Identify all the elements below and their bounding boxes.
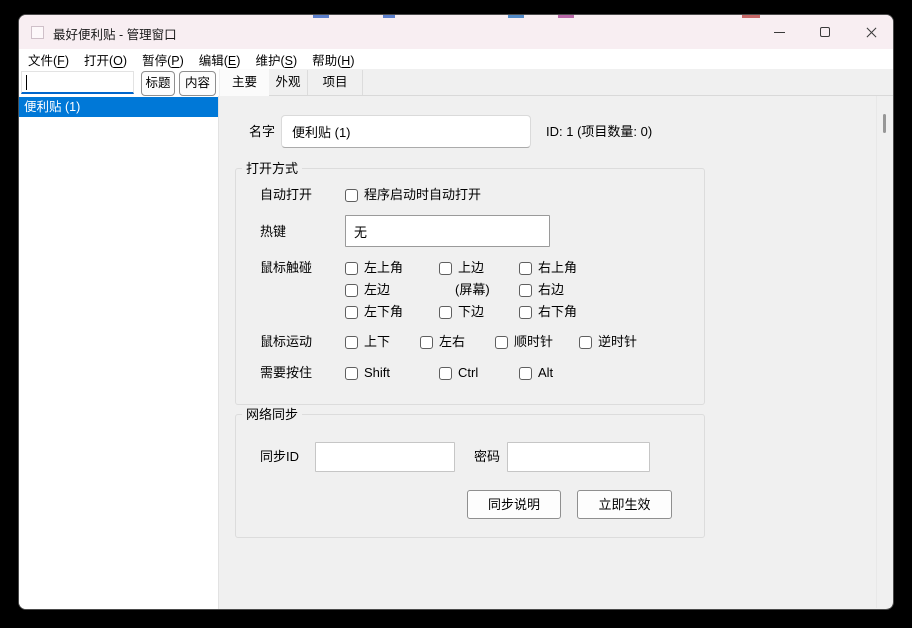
- name-label: 名字: [249, 122, 275, 142]
- checkbox-motion-vertical[interactable]: 上下: [345, 332, 390, 352]
- window-body: 便利贴 (1) 名字 ID: 1 (项目数量: 0) 打开方式 自动打开 程序启…: [19, 96, 893, 609]
- id-info-text: ID: 1 (项目数量: 0): [546, 122, 652, 142]
- notes-list: 便利贴 (1): [19, 96, 219, 609]
- checkbox-touch-top-left[interactable]: 左上角: [345, 258, 403, 278]
- checkbox-hold-shift[interactable]: Shift: [345, 363, 390, 383]
- open-mode-group-title: 打开方式: [242, 160, 302, 177]
- desktop-artifact: [742, 15, 760, 18]
- checkbox-icon: [420, 336, 433, 349]
- desktop-backdrop: 最好便利贴 - 管理窗口 文件(F) 打开(O) 暂停(P) 编辑(E) 维护(…: [0, 0, 912, 628]
- app-window: 最好便利贴 - 管理窗口 文件(F) 打开(O) 暂停(P) 编辑(E) 维护(…: [18, 14, 894, 610]
- checkbox-icon: [345, 189, 358, 202]
- menu-open[interactable]: 打开(O): [82, 50, 129, 69]
- checkbox-touch-bottom[interactable]: 下边: [439, 302, 484, 322]
- checkbox-icon: [519, 262, 532, 275]
- maximize-icon: [820, 27, 830, 37]
- search-input-field[interactable]: [27, 73, 127, 91]
- open-mode-group: 打开方式 自动打开 程序启动时自动打开 热键 鼠标触碰 左上角: [235, 168, 705, 405]
- auto-open-label: 自动打开: [260, 185, 312, 205]
- checkbox-icon: [345, 284, 358, 297]
- filter-content-button[interactable]: 内容: [179, 71, 216, 96]
- checkbox-icon: [345, 367, 358, 380]
- hotkey-input[interactable]: [345, 215, 550, 247]
- checkbox-icon: [519, 306, 532, 319]
- minimize-button[interactable]: [756, 15, 802, 49]
- menu-file[interactable]: 文件(F): [26, 50, 71, 69]
- vertical-scrollbar[interactable]: [876, 96, 892, 608]
- sync-id-input[interactable]: [315, 442, 455, 472]
- hotkey-label: 热键: [260, 222, 286, 242]
- list-item-note[interactable]: 便利贴 (1): [19, 97, 218, 117]
- network-sync-group-title: 网络同步: [242, 406, 302, 423]
- menu-pause[interactable]: 暂停(P): [140, 50, 186, 69]
- checkbox-touch-left[interactable]: 左边: [345, 280, 390, 300]
- checkbox-motion-horizontal[interactable]: 左右: [420, 332, 465, 352]
- menu-help[interactable]: 帮助(H): [310, 50, 356, 69]
- screen-center-label: (屏幕): [455, 280, 490, 300]
- app-icon: [31, 26, 44, 39]
- sync-id-label: 同步ID: [260, 447, 299, 467]
- checkbox-icon: [519, 367, 532, 380]
- desktop-artifact: [383, 15, 395, 18]
- checkbox-icon: [579, 336, 592, 349]
- close-button[interactable]: [848, 15, 894, 49]
- sync-help-button[interactable]: 同步说明: [467, 490, 561, 519]
- desktop-artifact: [508, 15, 524, 18]
- hold-keys-label: 需要按住: [260, 363, 312, 383]
- mouse-motion-label: 鼠标运动: [260, 332, 312, 352]
- tab-appearance[interactable]: 外观: [269, 70, 308, 95]
- desktop-artifact: [558, 15, 574, 18]
- tab-items[interactable]: 项目: [308, 70, 363, 95]
- checkbox-icon: [439, 262, 452, 275]
- mouse-touch-label: 鼠标触碰: [260, 258, 312, 278]
- filter-title-button[interactable]: 标题: [141, 71, 175, 96]
- network-sync-group: 网络同步 同步ID 密码 同步说明 立即生效: [235, 414, 705, 538]
- window-title: 最好便利贴 - 管理窗口: [53, 24, 177, 43]
- checkbox-icon: [519, 284, 532, 297]
- desktop-artifact: [313, 15, 329, 18]
- checkbox-motion-counterclockwise[interactable]: 逆时针: [579, 332, 637, 352]
- checkbox-touch-top-right[interactable]: 右上角: [519, 258, 577, 278]
- maximize-button[interactable]: [802, 15, 848, 49]
- search-input[interactable]: [21, 71, 134, 94]
- checkbox-touch-bottom-right[interactable]: 右下角: [519, 302, 577, 322]
- checkbox-hold-ctrl[interactable]: Ctrl: [439, 363, 478, 383]
- checkbox-hold-alt[interactable]: Alt: [519, 363, 553, 383]
- menu-edit[interactable]: 编辑(E): [197, 50, 243, 69]
- checkbox-icon: [439, 367, 452, 380]
- checkbox-icon: [495, 336, 508, 349]
- checkbox-touch-right[interactable]: 右边: [519, 280, 564, 300]
- apply-now-button[interactable]: 立即生效: [577, 490, 672, 519]
- minimize-icon: [774, 32, 785, 33]
- main-pane: 名字 ID: 1 (项目数量: 0) 打开方式 自动打开 程序启动时自动打开 热…: [219, 96, 876, 609]
- checkbox-icon: [345, 336, 358, 349]
- password-input[interactable]: [507, 442, 650, 472]
- scrollbar-thumb[interactable]: [883, 114, 886, 133]
- checkbox-touch-top[interactable]: 上边: [439, 258, 484, 278]
- menu-maintain[interactable]: 维护(S): [253, 50, 299, 69]
- checkbox-touch-bottom-left[interactable]: 左下角: [345, 302, 403, 322]
- checkbox-icon: [439, 306, 452, 319]
- titlebar: 最好便利贴 - 管理窗口: [19, 15, 893, 49]
- toolbar: 标题 内容 主要 外观 项目: [19, 69, 893, 96]
- checkbox-auto-open[interactable]: 程序启动时自动打开: [345, 185, 481, 205]
- password-label: 密码: [474, 447, 500, 467]
- checkbox-icon: [345, 262, 358, 275]
- checkbox-icon: [345, 306, 358, 319]
- checkbox-motion-clockwise[interactable]: 顺时针: [495, 332, 553, 352]
- menubar: 文件(F) 打开(O) 暂停(P) 编辑(E) 维护(S) 帮助(H): [19, 49, 893, 69]
- name-input[interactable]: [281, 115, 531, 148]
- tab-main[interactable]: 主要: [220, 69, 269, 96]
